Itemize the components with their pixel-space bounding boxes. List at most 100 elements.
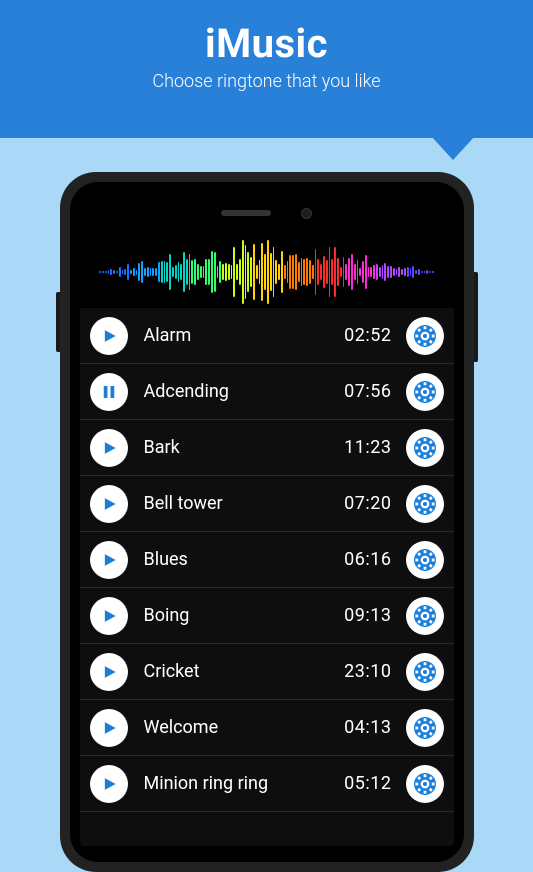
waveform-bar	[337, 258, 339, 286]
waveform-bar	[264, 254, 266, 289]
ringtone-row[interactable]: Adcending 07:56	[80, 364, 454, 420]
waveform-bar	[133, 268, 135, 275]
play-icon[interactable]	[90, 653, 128, 691]
ringtone-name: Adcending	[144, 381, 345, 402]
waveform-bar	[312, 265, 314, 279]
play-icon[interactable]	[90, 317, 128, 355]
ringtone-duration: 02:52	[344, 325, 391, 346]
waveform-bar	[169, 254, 171, 290]
play-icon[interactable]	[90, 765, 128, 803]
settings-icon[interactable]	[406, 485, 444, 523]
play-icon[interactable]	[90, 541, 128, 579]
waveform-bar	[236, 264, 238, 280]
ringtone-row[interactable]: Blues 06:16	[80, 532, 454, 588]
ringtone-name: Boing	[144, 605, 345, 626]
waveform-bar	[219, 261, 221, 283]
settings-icon[interactable]	[406, 541, 444, 579]
ringtone-duration: 07:56	[344, 381, 391, 402]
waveform-bar	[351, 254, 353, 290]
waveform-bar	[233, 247, 235, 297]
waveform-bar	[323, 256, 325, 288]
waveform-bar	[144, 268, 146, 276]
waveform-bar	[239, 259, 241, 286]
waveform-bar	[357, 260, 359, 283]
settings-icon[interactable]	[406, 765, 444, 803]
waveform-bar	[172, 267, 174, 277]
waveform-bar	[122, 270, 124, 275]
settings-icon[interactable]	[406, 429, 444, 467]
waveform-bar	[247, 252, 249, 292]
waveform-bar	[186, 259, 188, 286]
ringtone-row[interactable]: Welcome 04:13	[80, 700, 454, 756]
ringtone-row[interactable]: Alarm 02:52	[80, 308, 454, 364]
play-icon[interactable]	[90, 597, 128, 635]
waveform-bar	[211, 251, 213, 294]
ringtone-name: Cricket	[144, 661, 345, 682]
ringtone-row[interactable]: Minion ring ring 05:12	[80, 756, 454, 812]
ringtone-name: Alarm	[144, 325, 345, 346]
waveform-bar	[424, 271, 426, 273]
waveform-bar	[418, 269, 420, 276]
waveform-bar	[390, 266, 392, 278]
settings-icon[interactable]	[406, 373, 444, 411]
app-header: iMusic Choose ringtone that you like	[0, 0, 533, 138]
ringtone-duration: 06:16	[344, 549, 391, 570]
settings-icon[interactable]	[406, 653, 444, 691]
play-icon[interactable]	[90, 709, 128, 747]
waveform-bar	[343, 257, 345, 287]
waveform-bar	[379, 267, 381, 277]
ringtone-row[interactable]: Boing 09:13	[80, 588, 454, 644]
app-title: iMusic	[0, 20, 533, 67]
waveform-bar	[208, 259, 210, 285]
ringtone-duration: 04:13	[344, 717, 391, 738]
waveform-bar	[393, 268, 395, 276]
play-icon[interactable]	[90, 429, 128, 467]
settings-icon[interactable]	[406, 709, 444, 747]
waveform-bar	[161, 261, 163, 282]
pause-icon[interactable]	[90, 373, 128, 411]
waveform-bar	[317, 259, 319, 286]
waveform-bar	[222, 264, 224, 280]
waveform-bar	[331, 259, 333, 285]
waveform-bar	[231, 265, 233, 280]
waveform-bar	[426, 270, 428, 274]
ringtone-row[interactable]: Bell tower 07:20	[80, 476, 454, 532]
waveform-bar	[245, 245, 247, 299]
waveform-bar	[306, 258, 308, 285]
waveform-bar	[415, 270, 417, 274]
waveform-bar	[250, 257, 252, 286]
waveform-bar	[295, 254, 297, 289]
settings-icon[interactable]	[406, 597, 444, 635]
play-icon[interactable]	[90, 485, 128, 523]
ringtone-row[interactable]: Cricket 23:10	[80, 644, 454, 700]
waveform-bar	[164, 261, 166, 284]
waveform-bar	[105, 271, 107, 274]
waveform-bar	[429, 271, 431, 273]
waveform-bar	[175, 265, 177, 280]
waveform-bar	[387, 266, 389, 277]
settings-icon[interactable]	[406, 317, 444, 355]
phone-speaker	[221, 210, 271, 216]
waveform-bar	[138, 263, 140, 280]
waveform-bar	[256, 265, 258, 279]
ringtone-duration: 23:10	[344, 661, 391, 682]
waveform-bar	[228, 264, 230, 279]
ringtone-row[interactable]: Bark 11:23	[80, 420, 454, 476]
ringtone-name: Minion ring ring	[144, 773, 345, 794]
waveform-bar	[119, 267, 121, 276]
waveform-bar	[108, 270, 110, 273]
waveform-bar	[373, 265, 375, 279]
waveform-bar	[365, 255, 367, 289]
waveform-bar	[205, 259, 207, 286]
waveform-bar	[253, 244, 255, 299]
waveform-bar	[284, 265, 286, 279]
waveform-bar	[354, 264, 356, 279]
waveform-bar	[259, 260, 261, 285]
ringtone-name: Welcome	[144, 717, 345, 738]
phone-side-button-left	[56, 292, 60, 352]
waveform-bar	[298, 262, 300, 282]
phone-frame: Alarm 02:52 Adcending 07:56 Bark 11:23 B…	[60, 172, 474, 872]
waveform-bar	[127, 264, 129, 279]
waveform-bar	[301, 258, 303, 285]
waveform-bar	[155, 268, 157, 275]
